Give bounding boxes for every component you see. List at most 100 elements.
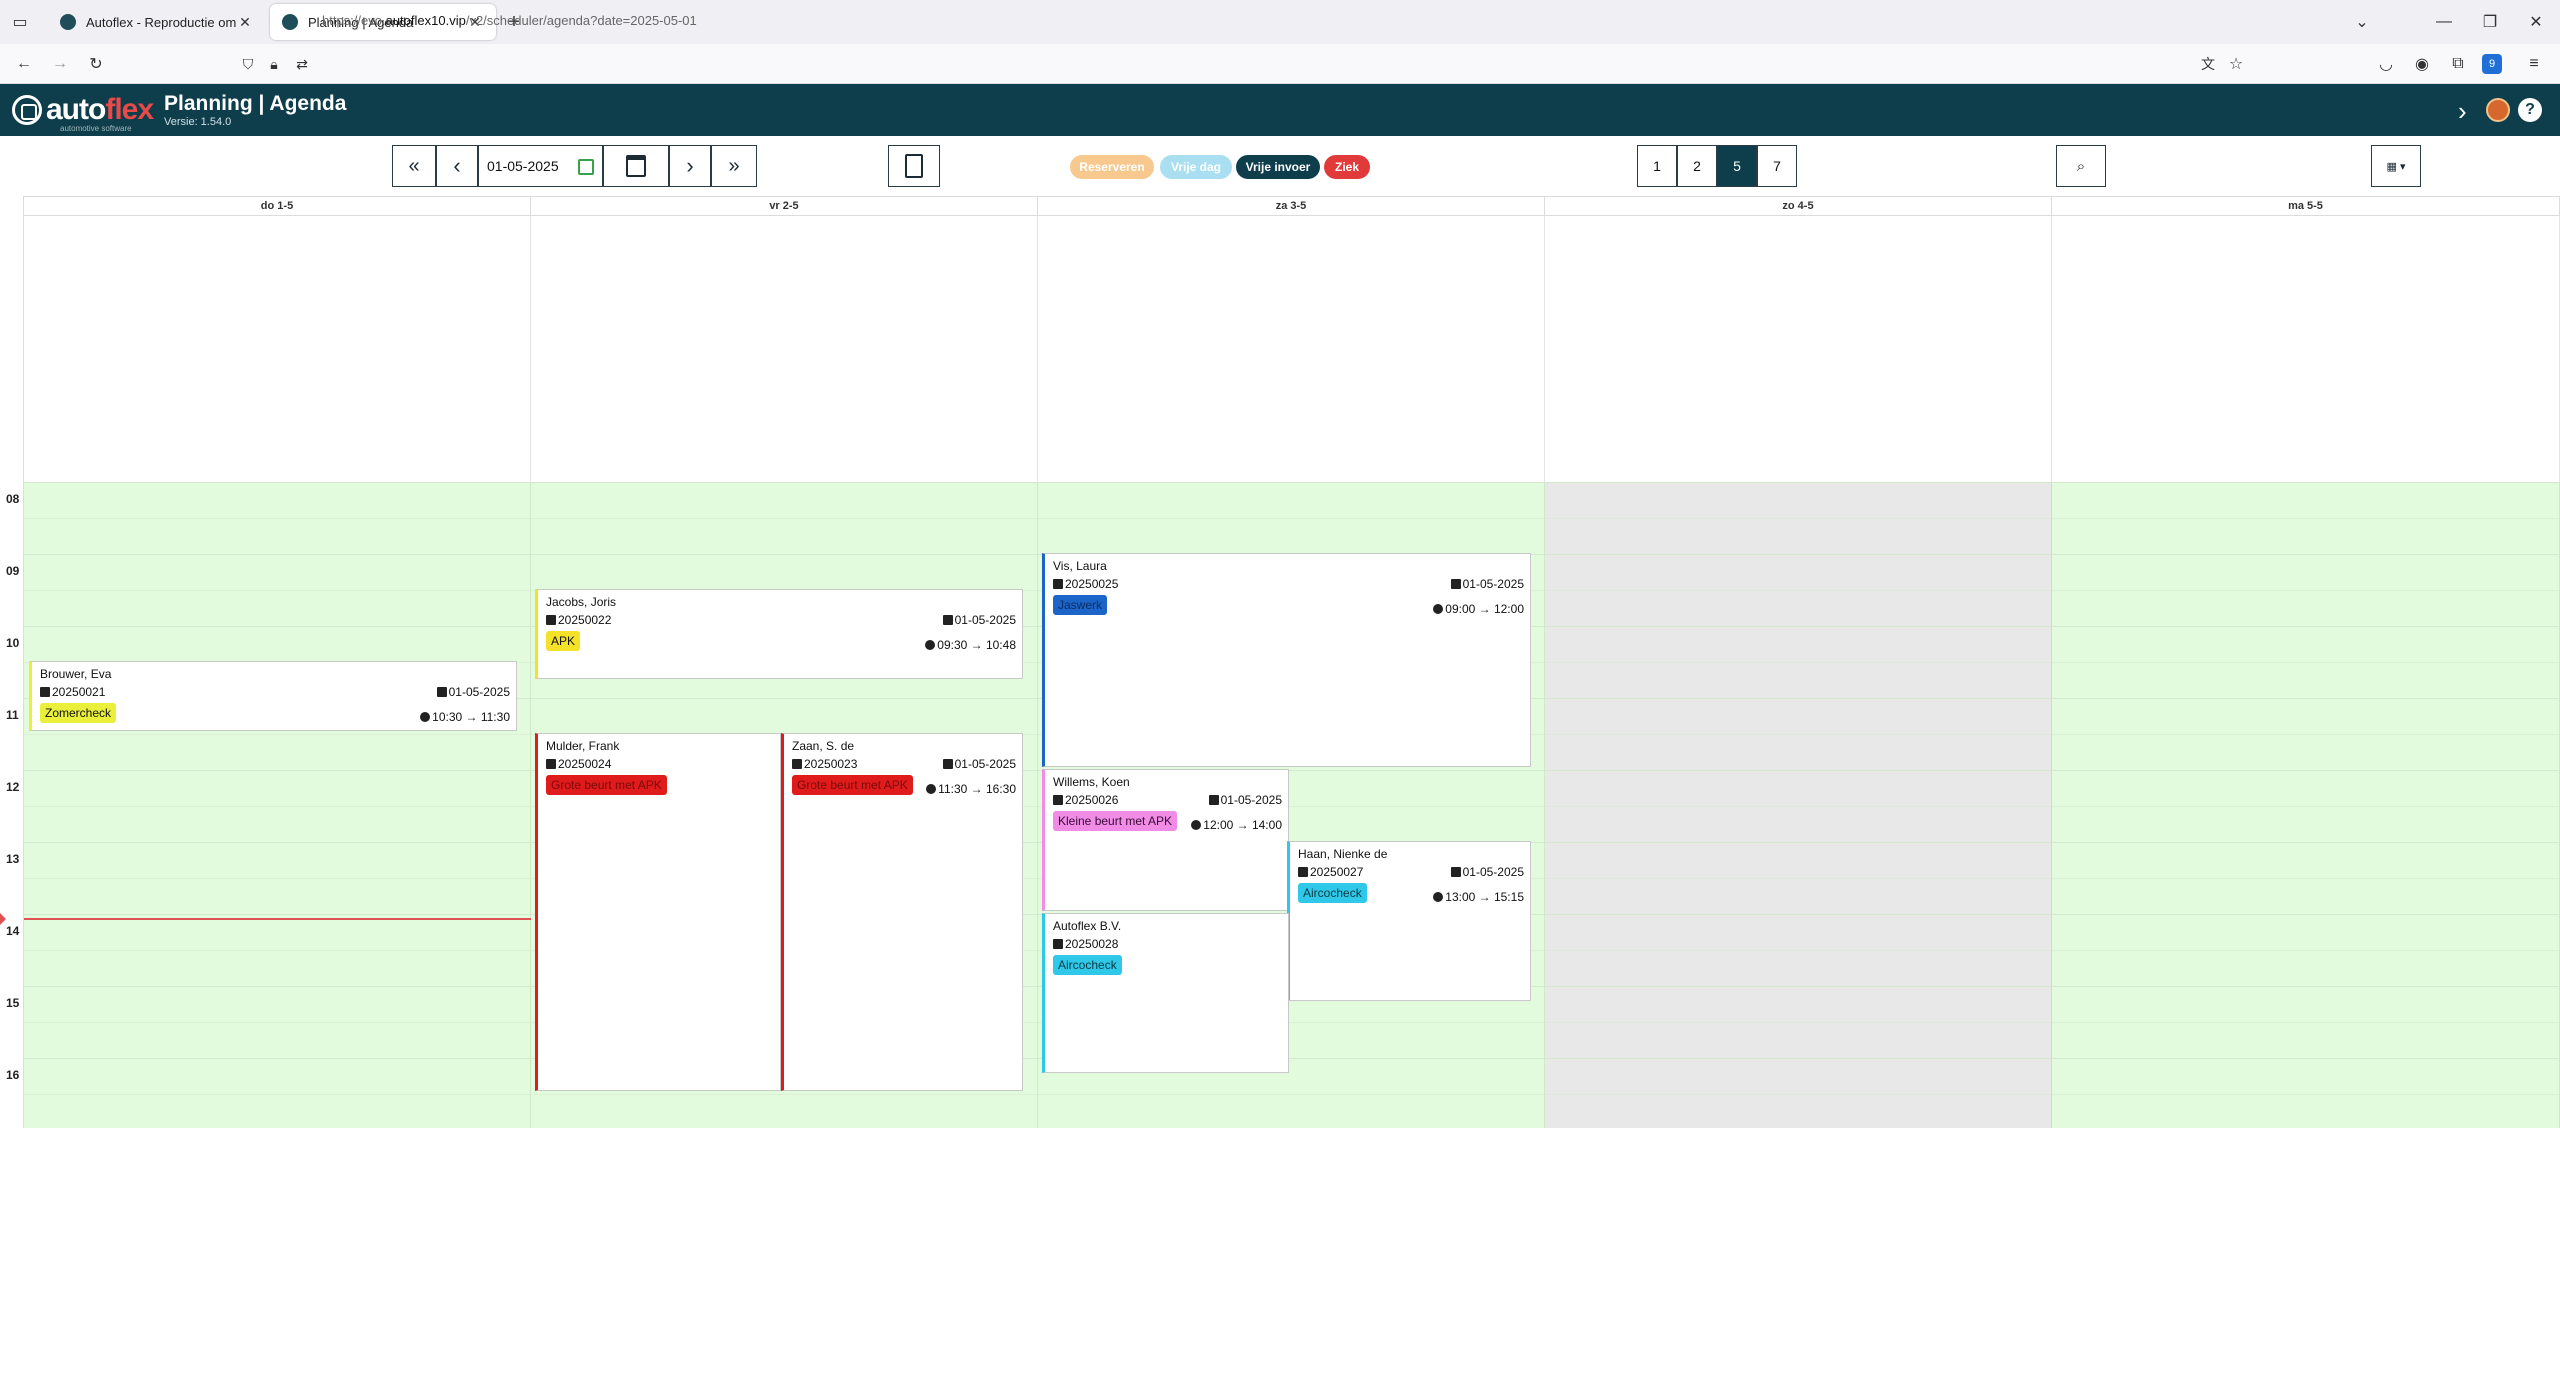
view-dropdown-button[interactable]: ▦ ▾ xyxy=(2371,145,2421,187)
event-haan-nienke-de[interactable]: Haan, Nienke de 20250027 01-05-2025 13:00 →… xyxy=(1287,841,1531,1001)
clock-icon xyxy=(1433,604,1444,614)
autoflex-logo[interactable]: autoflex automotive software xyxy=(12,92,154,133)
event-date: 01-05-2025 xyxy=(942,613,1016,627)
minimize-icon[interactable]: — xyxy=(2432,10,2456,34)
calendar-small-icon xyxy=(1208,795,1219,805)
days-1-button[interactable]: 1 xyxy=(1637,145,1677,187)
event-number: 20250028 xyxy=(1053,937,1118,951)
event-number-text: 20250025 xyxy=(1065,577,1119,591)
vrije-dag-button[interactable]: Vrije dag xyxy=(1160,155,1232,179)
vrije-invoer-button[interactable]: Vrije invoer xyxy=(1236,155,1320,179)
ziek-button[interactable]: Ziek xyxy=(1324,155,1370,179)
day-header[interactable]: za 3-5 xyxy=(1038,196,1545,216)
day-header[interactable]: do 1-5 xyxy=(24,196,531,216)
chevron-down-icon[interactable]: ⌄ xyxy=(2350,10,2374,34)
date-input[interactable]: 01-05-2025 xyxy=(478,145,603,187)
calendar-icon xyxy=(578,159,594,175)
event-time: 12:00 → 14:00 xyxy=(1191,818,1282,832)
app-version: Versie: 1.54.0 xyxy=(164,116,232,128)
event-time-text: 11:30 → 16:30 xyxy=(938,782,1016,796)
event-vis-laura[interactable]: Vis, Laura 20250025 01-05-2025 09:00 → 12:0… xyxy=(1042,553,1531,767)
pocket-icon[interactable]: ◡ xyxy=(2374,52,2398,76)
close-window-icon[interactable]: ✕ xyxy=(2524,10,2548,34)
clock-icon xyxy=(925,640,936,650)
help-icon[interactable]: ? xyxy=(2518,98,2542,122)
reserveren-button[interactable]: Reserveren xyxy=(1070,155,1154,179)
next-period-button[interactable]: › xyxy=(669,145,711,187)
event-date: 01-05-2025 xyxy=(942,757,1016,771)
allday-cell[interactable] xyxy=(24,216,531,482)
event-time-text: 13:00 → 15:15 xyxy=(1445,890,1524,904)
favicon-icon xyxy=(60,14,76,30)
hour-label: 15 xyxy=(6,996,20,1010)
event-jacobs-joris[interactable]: Jacobs, Joris 20250022 01-05-2025 09:30 → 1… xyxy=(535,589,1023,679)
event-zaan-s-de[interactable]: Zaan, S. de 20250023 01-05-2025 11:30 → 16:… xyxy=(781,733,1023,1091)
event-autoflex-bv[interactable]: Autoflex B.V. 20250028 Aircocheck xyxy=(1042,913,1289,1073)
event-service-tag: Aircocheck xyxy=(1053,955,1122,975)
event-number-text: 20250026 xyxy=(1065,793,1119,807)
day-header[interactable]: vr 2-5 xyxy=(531,196,1038,216)
forward-icon[interactable]: → xyxy=(48,52,72,76)
day-column[interactable] xyxy=(1545,482,2052,1128)
hour-label: 09 xyxy=(6,564,20,578)
event-brouwer-eva[interactable]: Brouwer, Eva 20250021 01-05-2025 10:30 → 11… xyxy=(29,661,517,731)
day-column[interactable] xyxy=(2052,482,2560,1128)
tab-list-icon[interactable]: ▭ xyxy=(8,10,32,34)
search-button[interactable]: ⌕ xyxy=(2056,145,2106,187)
allday-cell[interactable] xyxy=(1038,216,1545,482)
restore-icon[interactable]: ❐ xyxy=(2478,10,2502,34)
hour-label: 12 xyxy=(6,780,20,794)
day-header[interactable]: ma 5-5 xyxy=(2052,196,2560,216)
url-domain: autoflex10.vip xyxy=(385,12,466,28)
event-mulder-frank[interactable]: Mulder, Frank 20250024 Grote beurt met APK xyxy=(535,733,781,1091)
event-date-text: 01-05-2025 xyxy=(954,613,1016,627)
previous-period-button[interactable]: ‹ xyxy=(436,145,478,187)
event-number-text: 20250023 xyxy=(804,757,858,771)
half-hour-line xyxy=(24,806,2560,807)
event-service-tag: Jaswerk xyxy=(1053,595,1108,615)
chevron-down-icon: ▾ xyxy=(2399,160,2406,173)
account-icon[interactable]: ◉ xyxy=(2410,52,2434,76)
event-customer-name: Brouwer, Eva xyxy=(40,667,112,681)
back-icon[interactable]: ← xyxy=(12,52,36,76)
calendar-small-icon: ▦ xyxy=(2386,160,2397,173)
allday-cell[interactable] xyxy=(2052,216,2560,482)
lock-icon[interactable]: 🔒︎ xyxy=(262,52,286,76)
calendar-small-icon xyxy=(792,759,802,769)
day-header[interactable]: zo 4-5 xyxy=(1545,196,2052,216)
avatar[interactable] xyxy=(2486,98,2510,122)
extensions-icon[interactable]: ⧉ xyxy=(2446,52,2470,76)
first-period-button[interactable]: « xyxy=(392,145,436,187)
event-willems-koen[interactable]: Willems, Koen 20250026 01-05-2025 12:00 → 1… xyxy=(1042,769,1289,911)
clipboard-button[interactable] xyxy=(888,145,940,187)
event-date-text: 01-05-2025 xyxy=(1462,577,1524,591)
star-icon[interactable]: ☆ xyxy=(2224,52,2248,76)
event-time: 09:30 → 10:48 xyxy=(925,638,1016,652)
menu-icon[interactable]: ≡ xyxy=(2522,52,2546,76)
calendar-picker-button[interactable] xyxy=(603,145,669,187)
day-column[interactable] xyxy=(24,482,531,1128)
event-customer-name: Haan, Nienke de xyxy=(1298,847,1388,861)
allday-cell[interactable] xyxy=(1545,216,2052,482)
logo-text-flex: flex xyxy=(105,93,154,126)
event-service-tag: Kleine beurt met APK xyxy=(1053,811,1178,831)
last-period-button[interactable]: » xyxy=(711,145,757,187)
event-number: 20250026 xyxy=(1053,793,1118,807)
event-time: 13:00 → 15:15 xyxy=(1433,890,1524,904)
event-customer-name: Willems, Koen xyxy=(1053,775,1130,789)
chevron-right-icon[interactable]: › xyxy=(2458,96,2467,127)
url-input[interactable]: https://evo. autoflex10.vip/v2/scheduler/… xyxy=(226,4,2266,36)
days-2-button[interactable]: 2 xyxy=(1677,145,1717,187)
allday-cell[interactable] xyxy=(531,216,1038,482)
days-7-button[interactable]: 7 xyxy=(1757,145,1797,187)
reload-icon[interactable]: ↻ xyxy=(84,52,108,76)
permissions-icon[interactable]: ⇄ xyxy=(290,52,314,76)
translate-icon[interactable]: 文 xyxy=(2196,52,2220,76)
event-date-text: 01-05-2025 xyxy=(1462,865,1524,879)
url-path: /v2/scheduler/agenda?date=2025-05-01 xyxy=(465,12,697,28)
days-5-button[interactable]: 5 xyxy=(1717,145,1757,187)
shield-icon[interactable]: ⛉ xyxy=(236,52,260,76)
event-service-tag: Zomercheck xyxy=(40,703,117,723)
extension-badge-icon[interactable]: 9 xyxy=(2482,54,2502,74)
event-date: 01-05-2025 xyxy=(1208,793,1282,807)
